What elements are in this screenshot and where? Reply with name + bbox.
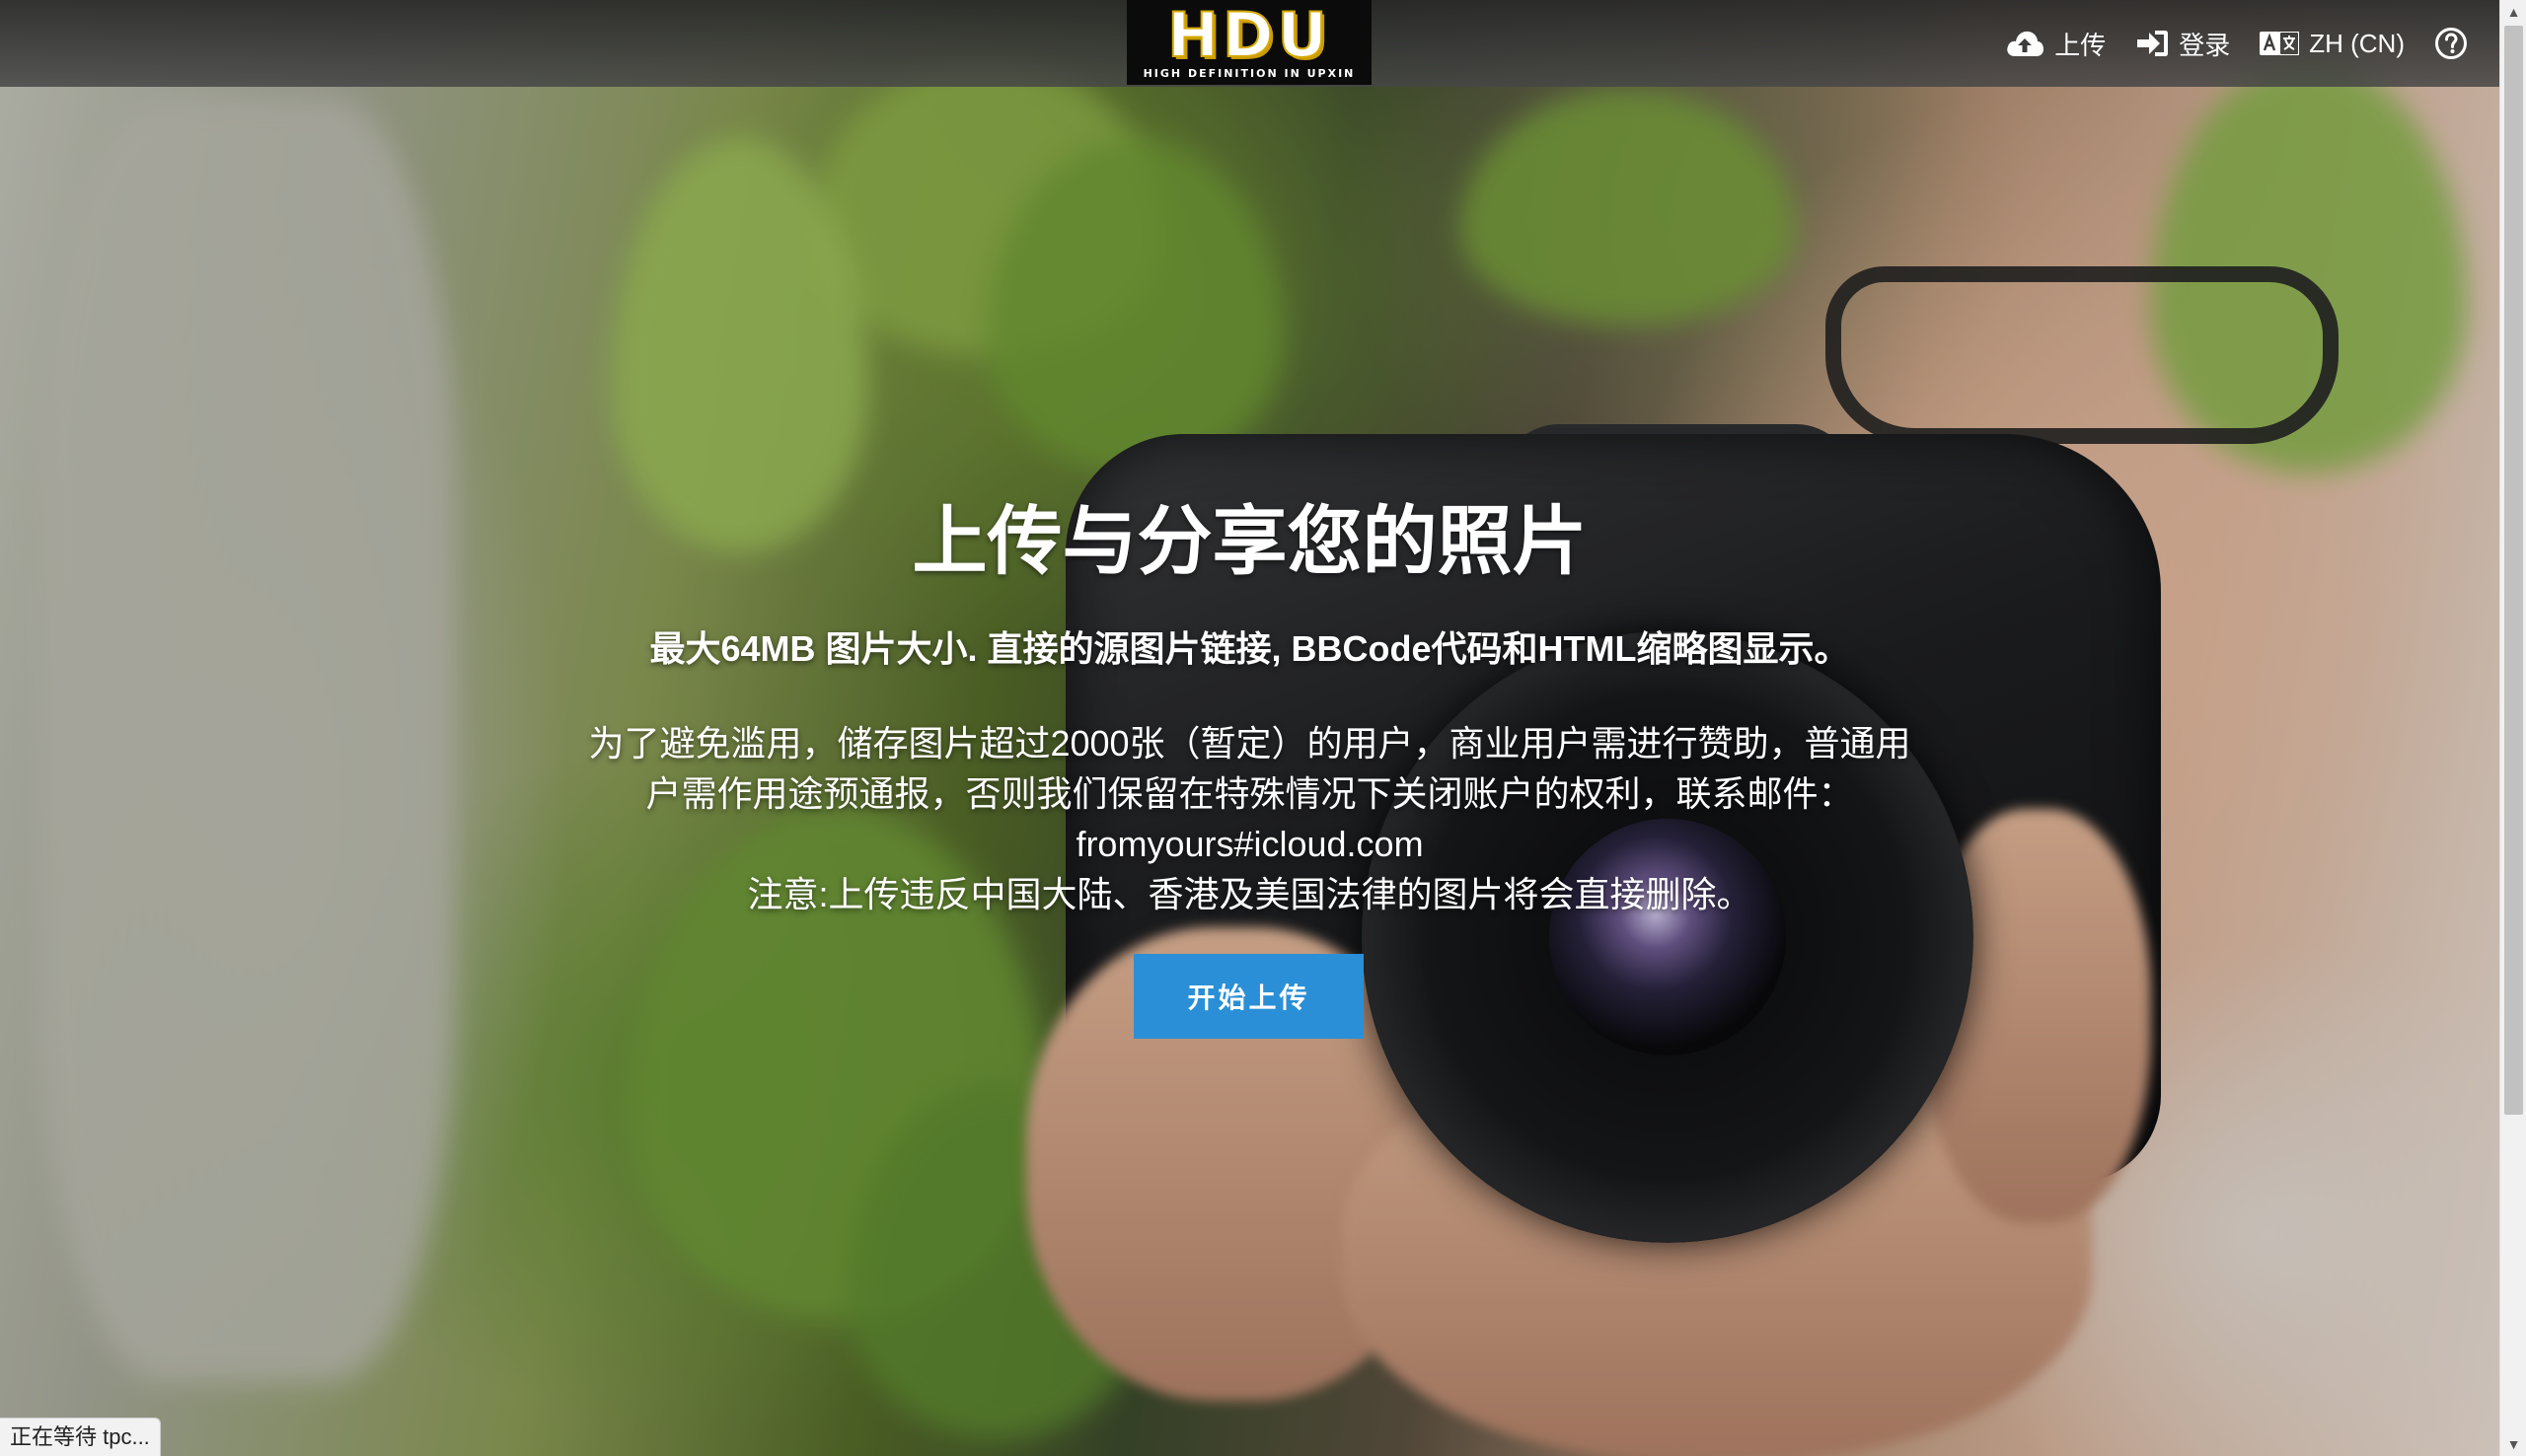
hero-title: 上传与分享您的照片 xyxy=(912,500,1588,584)
logo-tagline: HIGH DEFINITION IN UPXIN xyxy=(1143,66,1356,80)
site-logo[interactable]: HDU HIGH DEFINITION IN UPXIN xyxy=(1127,0,1372,85)
top-nav: 上传 登录 ZH (CN) xyxy=(1999,0,2474,87)
help-circle-icon xyxy=(2434,27,2468,60)
nav-login-label: 登录 xyxy=(2179,30,2231,60)
hero-description: 为了避免滥用，储存图片超过2000张（暂定）的用户，商业用户需进行赞助，普通用户… xyxy=(572,718,1927,919)
scroll-up-arrow-icon[interactable]: ▲ xyxy=(2500,0,2526,24)
nav-language[interactable]: ZH (CN) xyxy=(2254,29,2411,59)
legal-notice-text: 注意:上传违反中国大陆、香港及美国法律的图片将会直接删除。 xyxy=(747,874,1752,914)
page-scrollbar[interactable]: ▲ ▼ xyxy=(2499,0,2526,1456)
start-upload-button[interactable]: 开始上传 xyxy=(1134,954,1364,1039)
hero-subtitle: 最大64MB 图片大小. 直接的源图片链接, BBCode代码和HTML缩略图显… xyxy=(649,628,1850,669)
nav-language-label: ZH (CN) xyxy=(2309,28,2405,58)
nav-login[interactable]: 登录 xyxy=(2129,26,2236,62)
cloud-upload-icon xyxy=(2005,29,2044,58)
nav-upload[interactable]: 上传 xyxy=(1999,26,2112,62)
page: HDU HIGH DEFINITION IN UPXIN 上传 登录 ZH (C… xyxy=(0,0,2526,1456)
usage-policy-text: 为了避免滥用，储存图片超过2000张（暂定）的用户，商业用户需进行赞助，普通用户… xyxy=(588,723,1911,864)
top-bar: HDU HIGH DEFINITION IN UPXIN 上传 登录 ZH (C… xyxy=(0,0,2499,87)
scroll-down-arrow-icon[interactable]: ▼ xyxy=(2500,1432,2526,1456)
nav-upload-label: 上传 xyxy=(2054,30,2107,60)
nav-help[interactable] xyxy=(2428,27,2474,60)
translate-icon xyxy=(2260,32,2300,55)
logo-mark: HDU xyxy=(1166,0,1331,71)
scrollbar-thumb[interactable] xyxy=(2504,26,2523,1115)
browser-status-text: 正在等待 tpc... xyxy=(0,1418,161,1456)
sign-in-icon xyxy=(2135,29,2169,58)
